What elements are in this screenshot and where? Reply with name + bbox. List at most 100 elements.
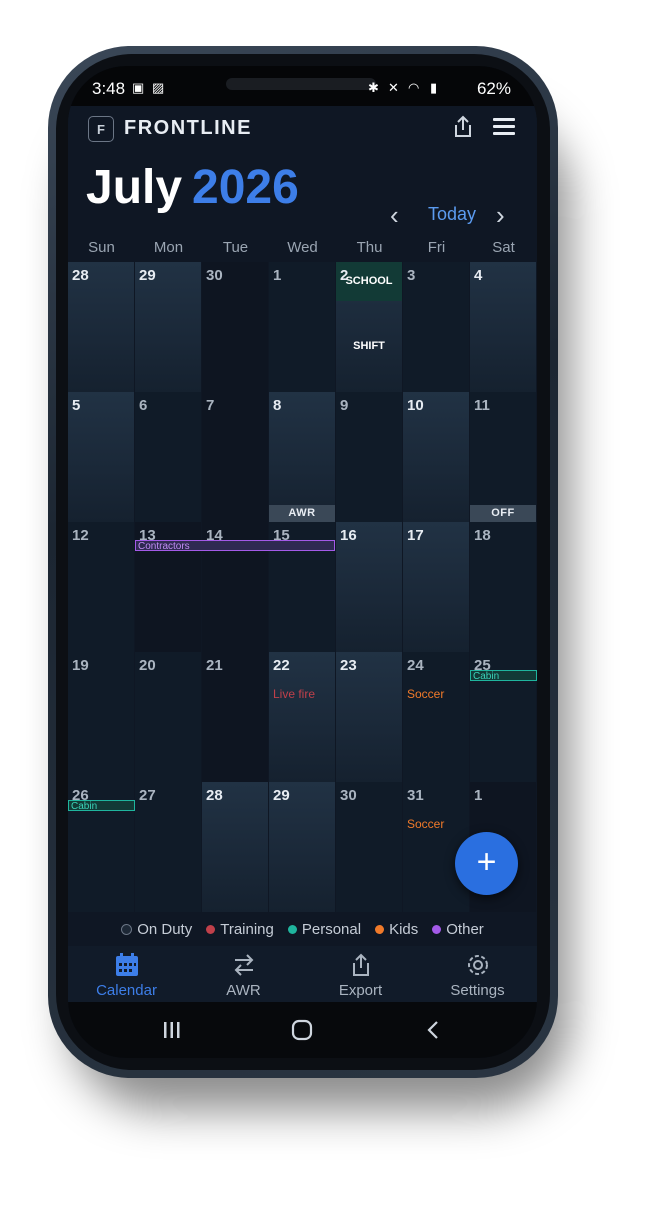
weekday-thu: Thu — [356, 239, 383, 256]
day-cell[interactable]: 8 AWR — [269, 392, 335, 522]
legend-item: Personal — [287, 920, 362, 938]
live-fire-event[interactable]: Live fire — [273, 687, 315, 701]
contractors-event[interactable]: Contractors — [135, 540, 335, 552]
day-cell[interactable]: 17 — [403, 522, 469, 652]
gallery-icon: ▨ — [152, 80, 165, 95]
day-cell[interactable]: 24 Soccer — [403, 652, 469, 782]
day-number: 7 — [206, 397, 215, 414]
day-cell[interactable]: 22 Live fire — [269, 652, 335, 782]
weekday-sat: Sat — [492, 239, 515, 256]
system-nav-bar — [68, 1002, 537, 1058]
day-cell[interactable]: 27 — [135, 782, 201, 912]
day-cell[interactable]: 16 — [336, 522, 402, 652]
legend-label: Other — [446, 920, 484, 938]
recent-apps-icon[interactable] — [162, 1020, 182, 1040]
legend: On Duty Training Personal Kids Other — [68, 912, 537, 946]
wifi-icon: ◠ — [408, 80, 420, 95]
share-icon[interactable] — [450, 114, 476, 140]
cabin-event[interactable]: Cabin — [470, 670, 537, 682]
legend-label: On Duty — [137, 920, 193, 938]
day-number: 5 — [72, 397, 81, 414]
awr-event[interactable]: AWR — [269, 505, 335, 522]
day-cell[interactable]: 23 — [336, 652, 402, 782]
other-dot — [432, 924, 442, 934]
day-cell[interactable]: 21 — [202, 652, 268, 782]
day-number: 27 — [139, 787, 156, 804]
tab-label: Export — [338, 982, 383, 999]
status-time: 3:48 — [92, 79, 126, 98]
day-cell[interactable]: 3 — [403, 262, 469, 392]
tab-label: AWR — [226, 982, 261, 999]
swap-arrows-icon — [234, 954, 253, 976]
kids-dot — [375, 924, 385, 934]
tab-awr[interactable]: AWR — [185, 952, 302, 999]
calendar-grid: 28 29 30 1 SCHOOL SHIFT 2 3 4 5 6 7 8 AW… — [68, 262, 537, 912]
day-number: 11 — [474, 397, 490, 414]
legend-item: Training — [206, 921, 274, 938]
day-number: 28 — [72, 267, 89, 284]
weekday-sun: Sun — [88, 239, 115, 256]
day-cell[interactable]: 5 — [68, 392, 134, 522]
day-number: 30 — [206, 267, 223, 284]
legend-item: Other — [432, 921, 484, 938]
on-duty-dot — [121, 923, 133, 935]
day-number: 1 — [474, 787, 483, 804]
shift-event[interactable]: SHIFT — [336, 301, 402, 392]
tab-export[interactable]: Export — [302, 952, 419, 999]
day-cell[interactable]: 29 — [269, 782, 335, 912]
personal-dot — [287, 924, 297, 934]
day-cell[interactable]: 12 — [68, 522, 134, 652]
day-number: 17 — [407, 527, 424, 544]
menu-icon[interactable] — [493, 118, 515, 136]
day-cell[interactable]: 20 — [135, 652, 201, 782]
app-logo: F — [88, 116, 114, 142]
export-icon — [352, 953, 369, 976]
soccer-event[interactable]: Soccer — [407, 817, 444, 831]
add-event-button[interactable]: + — [455, 832, 518, 895]
day-cell[interactable]: 18 — [470, 522, 536, 652]
signal-icon: ▮ — [430, 80, 438, 95]
day-cell[interactable]: 28 — [202, 782, 268, 912]
off-event[interactable]: OFF — [470, 505, 536, 522]
day-cell[interactable]: 11 OFF — [470, 392, 536, 522]
day-number: 16 — [340, 527, 357, 544]
battery-level: 62% — [476, 79, 511, 98]
day-cell[interactable]: 4 — [470, 262, 536, 392]
day-cell[interactable]: 6 — [135, 392, 201, 522]
weekday-wed: Wed — [287, 239, 318, 256]
legend-label: Personal — [301, 920, 362, 938]
today-button[interactable]: Today — [428, 204, 476, 225]
day-cell[interactable]: 28 — [68, 262, 134, 392]
day-cell[interactable]: 1 — [269, 262, 335, 392]
home-icon[interactable] — [291, 1019, 313, 1041]
next-month-button[interactable]: › — [496, 200, 505, 231]
day-number: 22 — [273, 657, 290, 674]
previous-month-button[interactable]: ‹ — [390, 200, 399, 231]
day-number: 23 — [340, 657, 357, 674]
weekday-tue: Tue — [222, 239, 249, 256]
day-cell[interactable]: 30 — [202, 262, 268, 392]
day-cell[interactable]: SCHOOL SHIFT 2 — [336, 262, 402, 392]
day-cell[interactable]: 19 — [68, 652, 134, 782]
soccer-event[interactable]: Soccer — [407, 687, 444, 701]
tab-calendar[interactable]: Calendar — [68, 952, 185, 999]
tab-settings[interactable]: Settings — [419, 952, 536, 999]
day-number: 1 — [273, 267, 282, 284]
legend-label: Training — [220, 920, 274, 938]
day-cell[interactable]: 29 — [135, 262, 201, 392]
legend-label: Kids — [389, 920, 419, 938]
year-title: 2026 — [192, 161, 299, 214]
cabin-event[interactable]: Cabin — [68, 800, 135, 812]
day-cell[interactable]: 10 — [403, 392, 469, 522]
weekday-mon: Mon — [153, 239, 184, 256]
back-icon[interactable] — [424, 1019, 442, 1041]
day-cell[interactable]: 7 — [202, 392, 268, 522]
day-cell[interactable]: 9 — [336, 392, 402, 522]
day-cell[interactable]: 30 — [336, 782, 402, 912]
bottom-nav: Calendar AWR Export Settings — [68, 946, 537, 1002]
day-number: 30 — [340, 787, 357, 804]
gear-icon — [467, 955, 488, 975]
day-number: 10 — [407, 397, 424, 414]
day-number: 8 — [273, 397, 282, 414]
day-number: 21 — [206, 657, 223, 674]
